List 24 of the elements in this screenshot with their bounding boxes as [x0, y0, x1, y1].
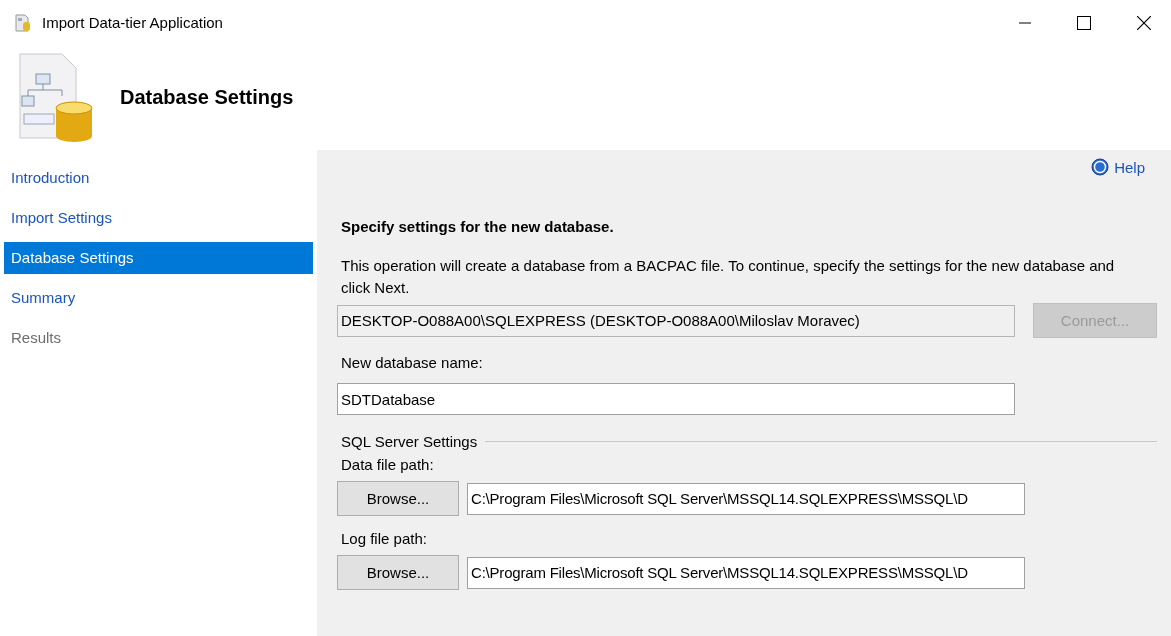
help-link[interactable]: Help [1114, 158, 1145, 176]
field-label: Log file path: [341, 530, 428, 547]
close-icon[interactable] [1137, 15, 1151, 30]
page-title: Database Settings [120, 86, 294, 109]
browse-button[interactable]: Browse... [337, 481, 459, 516]
file-path-field[interactable]: C:\Program Files\Microsoft SQL Server\MSSQL14.SQLEXPRESS\MSSQL\D [467, 482, 1025, 515]
field-label: New database name: [341, 354, 484, 371]
app-icon [14, 13, 32, 32]
browse-button[interactable]: Browse... [337, 555, 459, 590]
window-title: Import Data-tier Application [42, 14, 223, 31]
group-title: SQL Server Settings [341, 433, 478, 450]
file-path-field[interactable]: C:\Program Files\Microsoft SQL Server\MSSQL14.SQLEXPRESS\MSSQL\D [467, 556, 1025, 589]
maximize-icon[interactable] [1077, 15, 1091, 30]
server-field: DESKTOP-O088A00\SQLEXPRESS (DESKTOP-O088A00\Miloslav Moravec) [337, 304, 1015, 337]
sidebar-item[interactable]: Introduction [4, 162, 313, 194]
field-label: Data file path: [341, 456, 435, 473]
database-document-icon [18, 51, 94, 144]
help-icon[interactable] [1091, 158, 1110, 176]
sidebar-item[interactable]: Summary [4, 282, 313, 314]
database-name-field[interactable]: SDTDatabase [337, 383, 1015, 415]
section-heading: Specify settings for the new database. [341, 218, 615, 235]
sidebar-item[interactable]: Database Settings [4, 242, 313, 274]
sidebar-item[interactable]: Import Settings [4, 202, 313, 234]
description-text: This operation will create a database from a BACPAC file. To continue, specify the settings for the new database and click Next. [341, 256, 1116, 298]
